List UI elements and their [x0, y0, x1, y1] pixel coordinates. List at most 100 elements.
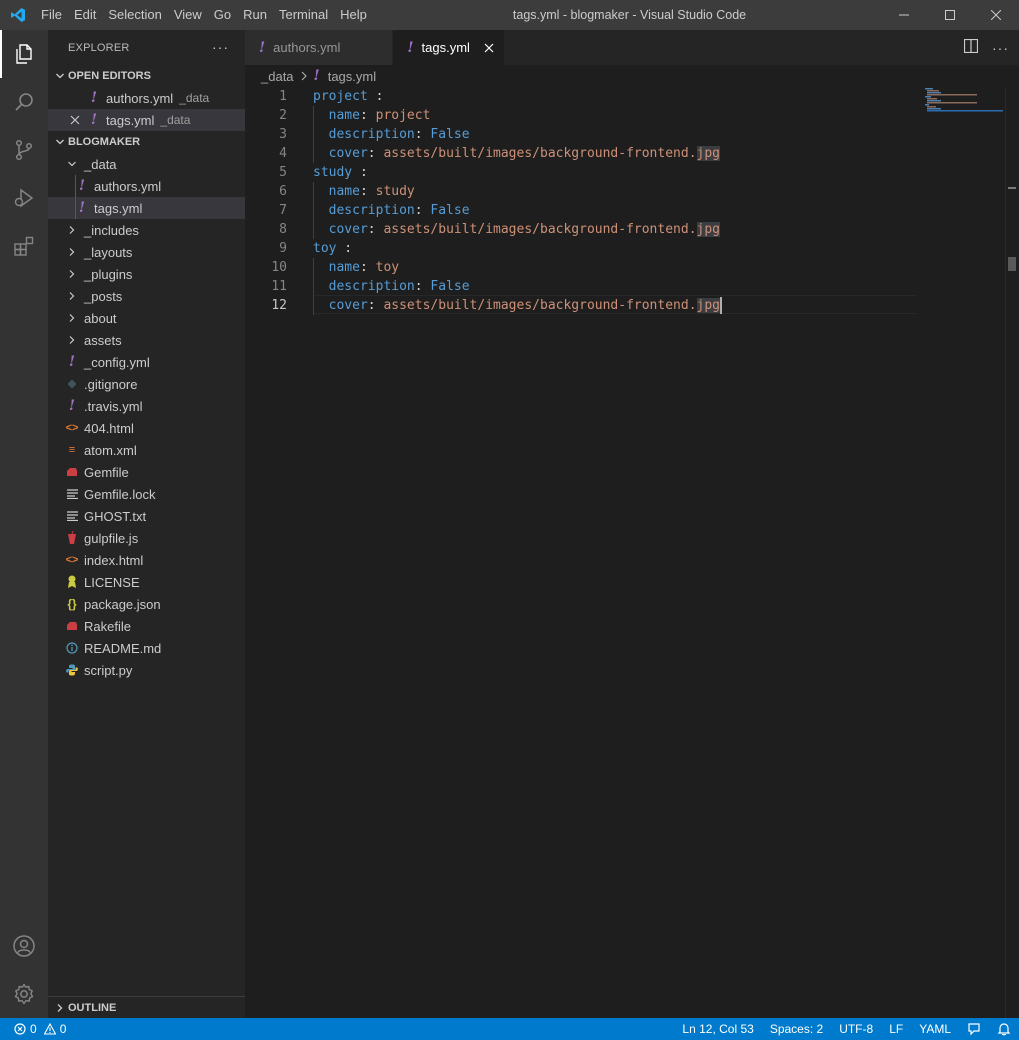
menu-run[interactable]: Run [237, 0, 273, 30]
end-of-line[interactable]: LF [881, 1018, 911, 1040]
open-editor-folder: _data [160, 113, 191, 127]
indent-guide [313, 144, 314, 163]
yaml-key: toy [313, 241, 337, 256]
menu-view[interactable]: View [168, 0, 208, 30]
menu-file[interactable]: File [35, 0, 68, 30]
minimap[interactable] [925, 87, 1005, 127]
activity-search[interactable] [0, 78, 48, 126]
tree-folder[interactable]: about [48, 307, 245, 329]
menu-selection[interactable]: Selection [102, 0, 167, 30]
chevron-right-icon [52, 1003, 68, 1013]
tree-file[interactable]: <> index.html [48, 549, 245, 571]
tree-folder[interactable]: _includes [48, 219, 245, 241]
line-content: cover: assets/built/images/background-fr… [313, 144, 721, 163]
info-file-icon [64, 637, 80, 659]
code-line: 8 cover: assets/built/images/background-… [245, 220, 1019, 239]
tree-item-name: authors.yml [94, 178, 162, 194]
error-count: 0 [30, 1022, 37, 1036]
indent-guide [313, 258, 314, 277]
activity-extensions[interactable] [0, 222, 48, 270]
open-editors-label: OPEN EDITORS [68, 70, 151, 82]
tree-file[interactable]: ≡ atom.xml [48, 439, 245, 461]
yaml-file-icon: ! [259, 39, 266, 56]
tree-file[interactable]: ! .travis.yml [48, 395, 245, 417]
tree-file[interactable]: script.py [48, 659, 245, 681]
more-actions-icon[interactable]: ··· [992, 40, 1009, 56]
tab-authors-yml[interactable]: ! authors.yml [245, 30, 394, 65]
menu-go[interactable]: Go [208, 0, 237, 30]
code-line: 3 description: False [245, 125, 1019, 144]
chevron-right-icon [64, 307, 80, 329]
open-editor-item[interactable]: ! tags.yml _data [48, 109, 245, 131]
chevron-down-icon [52, 71, 68, 81]
tree-folder[interactable]: _posts [48, 285, 245, 307]
tree-folder[interactable]: assets [48, 329, 245, 351]
close-icon[interactable] [64, 115, 86, 125]
tree-file[interactable]: LICENSE [48, 571, 245, 593]
outline-section[interactable]: OUTLINE [48, 996, 245, 1018]
tree-file[interactable]: {} package.json [48, 593, 245, 615]
cursor-position[interactable]: Ln 12, Col 53 [674, 1018, 761, 1040]
menu-terminal[interactable]: Terminal [273, 0, 334, 30]
close-window-button[interactable] [973, 0, 1019, 30]
yaml-file-icon: ! [407, 39, 414, 56]
tree-file[interactable]: Rakefile [48, 615, 245, 637]
tree-file[interactable]: Gemfile.lock [48, 483, 245, 505]
problems-indicator[interactable]: 0 0 [0, 1022, 66, 1036]
more-actions-icon[interactable]: ··· [212, 39, 229, 55]
tree-file[interactable]: README.md [48, 637, 245, 659]
tree-file[interactable]: gulpfile.js [48, 527, 245, 549]
open-editors-section-header[interactable]: OPEN EDITORS [48, 65, 245, 87]
activity-manage[interactable] [0, 970, 48, 1018]
text-cursor [719, 297, 722, 314]
debug-icon [14, 188, 34, 208]
yaml-file-icon: ! [68, 354, 76, 370]
breadcrumb-folder[interactable]: _data [261, 69, 294, 84]
activity-explorer[interactable] [0, 30, 48, 78]
tree-folder[interactable]: _layouts [48, 241, 245, 263]
maximize-button[interactable] [927, 0, 973, 30]
tree-file[interactable]: <> 404.html [48, 417, 245, 439]
tree-file[interactable]: ! tags.yml [48, 197, 245, 219]
code-lines: 1 project :2 name: project 3 description: … [245, 87, 1019, 315]
indentation[interactable]: Spaces: 2 [762, 1018, 831, 1040]
editor-actions: ··· [963, 30, 1009, 65]
menu-edit[interactable]: Edit [68, 0, 102, 30]
vertical-scrollbar[interactable] [1005, 87, 1019, 1018]
menu-help[interactable]: Help [334, 0, 373, 30]
code-editor[interactable]: 1 project :2 name: project 3 description: … [245, 87, 1019, 1018]
split-editor-icon[interactable] [963, 38, 979, 56]
breadcrumb-file[interactable]: tags.yml [328, 69, 376, 84]
tree-folder[interactable]: _data [48, 153, 245, 175]
minimize-button[interactable] [881, 0, 927, 30]
language-mode[interactable]: YAML [911, 1018, 959, 1040]
tree-file[interactable]: ! _config.yml [48, 351, 245, 373]
tree-file[interactable]: Gemfile [48, 461, 245, 483]
tree-item-name: gulpfile.js [84, 530, 139, 546]
warning-icon [43, 1023, 56, 1035]
line-content: toy : [313, 239, 352, 258]
notifications-button[interactable] [989, 1018, 1019, 1040]
yaml-separator: : [359, 260, 376, 275]
close-icon[interactable] [484, 43, 494, 53]
activity-run-debug[interactable] [0, 174, 48, 222]
outline-section-header[interactable]: OUTLINE [48, 997, 245, 1018]
tree-item-name: _posts [84, 288, 123, 304]
indent-guide [313, 220, 314, 239]
tree-file[interactable]: .gitignore [48, 373, 245, 395]
encoding[interactable]: UTF-8 [831, 1018, 881, 1040]
indent-guide [313, 106, 314, 125]
activity-accounts[interactable] [0, 922, 48, 970]
feedback-button[interactable] [959, 1018, 989, 1040]
explorer-header: EXPLORER ··· [48, 30, 245, 65]
tree-file[interactable]: ! authors.yml [48, 175, 245, 197]
yaml-value: False [430, 279, 470, 294]
tree-file[interactable]: GHOST.txt [48, 505, 245, 527]
tab-tags-yml[interactable]: ! tags.yml [393, 30, 505, 65]
open-editor-item[interactable]: ! authors.yml _data [48, 87, 245, 109]
chevron-right-icon [64, 263, 80, 285]
activity-source-control[interactable] [0, 126, 48, 174]
project-section-header[interactable]: BLOGMAKER [48, 131, 245, 153]
indent-guide [75, 175, 76, 197]
tree-folder[interactable]: _plugins [48, 263, 245, 285]
